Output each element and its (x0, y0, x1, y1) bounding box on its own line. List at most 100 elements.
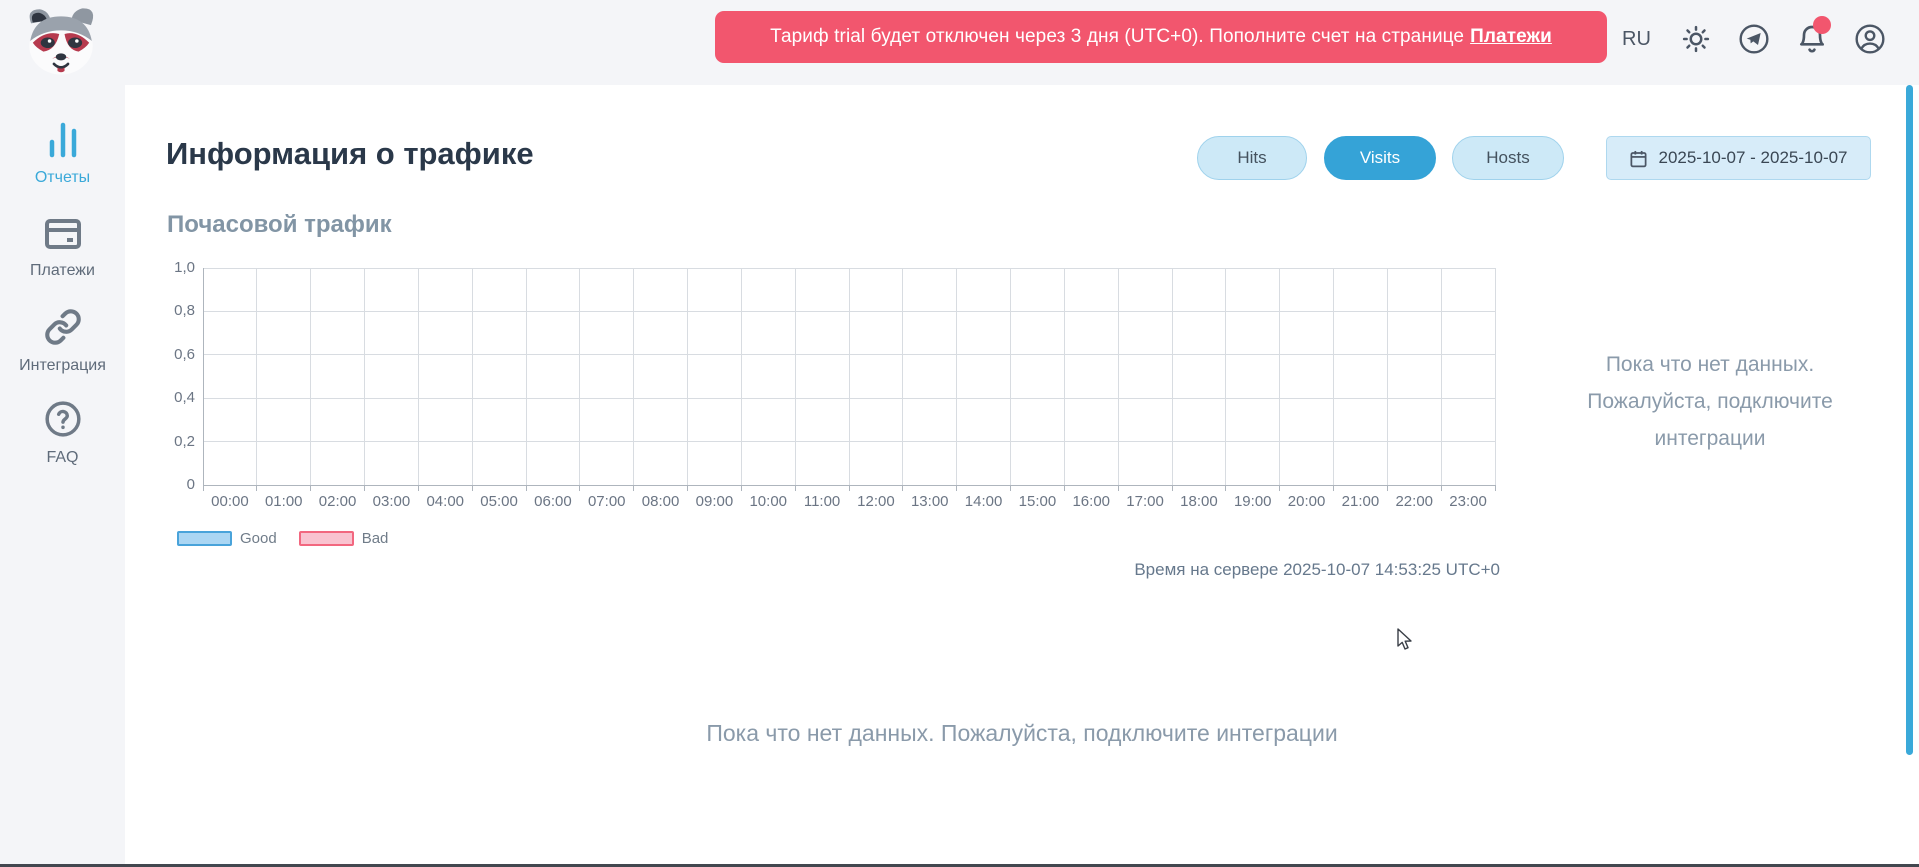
x-axis-tick (902, 485, 903, 491)
x-axis-tick-label: 21:00 (1334, 493, 1388, 510)
sidebar-item-integration[interactable]: Интеграция (0, 308, 125, 375)
link-icon (44, 308, 82, 346)
y-axis-tick-label: 0,2 (163, 433, 195, 450)
sidebar-item-reports[interactable]: Отчеты (0, 122, 125, 187)
trial-warning-banner: Тариф trial будет отключен через 3 дня (… (715, 11, 1607, 63)
x-axis-tick-label: 12:00 (849, 493, 903, 510)
x-axis-tick (1441, 485, 1442, 491)
legend-item: Good (177, 530, 277, 547)
plot-area: 1,00,80,60,40,2000:0001:0002:0003:0004:0… (203, 268, 1495, 485)
visits-tab-button[interactable]: Visits (1324, 136, 1436, 180)
x-axis-tick-label: 22:00 (1387, 493, 1441, 510)
x-axis-tick-label: 11:00 (795, 493, 849, 510)
x-axis-tick-label: 02:00 (311, 493, 365, 510)
sidebar-item-label: Отчеты (0, 169, 125, 187)
x-axis-tick-label: 03:00 (365, 493, 419, 510)
x-axis-tick (579, 485, 580, 491)
raccoon-logo[interactable] (16, 4, 106, 78)
chart-section-title: Почасовой трафик (167, 211, 392, 239)
gridline-v (1279, 268, 1280, 485)
gridline-v (795, 268, 796, 485)
y-axis-tick-label: 1,0 (163, 259, 195, 276)
x-axis-tick (256, 485, 257, 491)
gridline-v (741, 268, 742, 485)
bar-chart-icon (43, 122, 83, 158)
x-axis-tick (1172, 485, 1173, 491)
legend-label: Good (240, 530, 277, 547)
x-axis-tick (849, 485, 850, 491)
hourly-traffic-chart: 1,00,80,60,40,2000:0001:0002:0003:0004:0… (167, 268, 1527, 568)
legend-swatch (299, 531, 354, 546)
legend-label: Bad (362, 530, 389, 547)
x-axis-tick (526, 485, 527, 491)
gridline-v (579, 268, 580, 485)
page-title: Информация о трафике (166, 136, 534, 172)
server-time-label: Время на сервере 2025-10-07 14:53:25 UTC… (900, 560, 1500, 580)
page-scrollbar-thumb[interactable] (1906, 85, 1913, 755)
x-axis-tick-label: 14:00 (957, 493, 1011, 510)
x-axis-tick (1064, 485, 1065, 491)
telegram-icon[interactable] (1737, 22, 1771, 56)
sidebar-item-label: Интеграция (0, 357, 125, 375)
sidebar-item-payments[interactable]: Платежи (0, 217, 125, 280)
x-axis-tick (364, 485, 365, 491)
x-axis-tick-label: 18:00 (1172, 493, 1226, 510)
hosts-tab-button[interactable]: Hosts (1452, 136, 1564, 180)
date-range-value: 2025-10-07 - 2025-10-07 (1658, 148, 1847, 168)
x-axis-tick (741, 485, 742, 491)
gridline-v (364, 268, 365, 485)
x-axis-tick-label: 15:00 (1011, 493, 1065, 510)
x-axis-tick-label: 16:00 (1064, 493, 1118, 510)
sidebar-item-label: FAQ (0, 449, 125, 467)
credit-card-icon (44, 217, 82, 251)
x-axis-tick (956, 485, 957, 491)
y-axis-tick-label: 0,8 (163, 302, 195, 319)
x-axis-tick-label: 08:00 (634, 493, 688, 510)
legend-item: Bad (299, 530, 389, 547)
sun-theme-icon[interactable] (1679, 22, 1713, 56)
gridline-v (1495, 268, 1496, 485)
date-range-picker[interactable]: 2025-10-07 - 2025-10-07 (1606, 136, 1871, 180)
x-axis-tick-label: 10:00 (741, 493, 795, 510)
x-axis-tick (1495, 485, 1496, 491)
traffic-dashboard: Тариф trial будет отключен через 3 дня (… (0, 0, 1919, 867)
gridline-v (1441, 268, 1442, 485)
gridline-v (1010, 268, 1011, 485)
x-axis-tick (1387, 485, 1388, 491)
x-axis-tick-label: 05:00 (472, 493, 526, 510)
x-axis-tick-label: 00:00 (203, 493, 257, 510)
x-axis-tick (795, 485, 796, 491)
x-axis-tick-label: 23:00 (1441, 493, 1495, 510)
gridline-v (1172, 268, 1173, 485)
x-axis-tick-label: 04:00 (418, 493, 472, 510)
language-switcher[interactable]: RU (1618, 25, 1655, 54)
gridline-v (310, 268, 311, 485)
x-axis-tick (633, 485, 634, 491)
x-axis-tick-label: 07:00 (580, 493, 634, 510)
gridline-v (1118, 268, 1119, 485)
profile-icon[interactable] (1853, 22, 1887, 56)
bell-icon[interactable] (1795, 22, 1829, 56)
gridline-v (472, 268, 473, 485)
notification-dot (1813, 16, 1831, 34)
gridline-v (902, 268, 903, 485)
x-axis-tick (687, 485, 688, 491)
no-data-message-bottom: Пока что нет данных. Пожалуйста, подключ… (125, 720, 1919, 747)
x-axis-tick (472, 485, 473, 491)
x-axis-tick-label: 17:00 (1118, 493, 1172, 510)
gridline-v (256, 268, 257, 485)
question-circle-icon (44, 400, 82, 438)
x-axis-tick-label: 01:00 (257, 493, 311, 510)
gridline-v (956, 268, 957, 485)
x-axis-tick (310, 485, 311, 491)
gridline-v (1064, 268, 1065, 485)
gridline-v (849, 268, 850, 485)
x-axis-tick-label: 19:00 (1226, 493, 1280, 510)
y-axis-tick-label: 0,6 (163, 346, 195, 363)
x-axis-tick-label: 20:00 (1280, 493, 1334, 510)
x-axis-tick (1333, 485, 1334, 491)
hits-tab-button[interactable]: Hits (1197, 136, 1307, 180)
banner-payments-link[interactable]: Платежи (1470, 26, 1552, 48)
x-axis-tick-label: 06:00 (526, 493, 580, 510)
sidebar-item-faq[interactable]: FAQ (0, 400, 125, 467)
